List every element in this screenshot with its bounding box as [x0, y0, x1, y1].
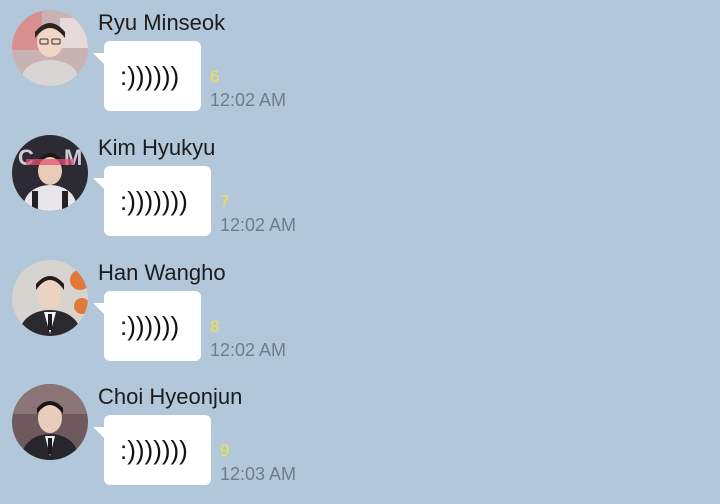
unread-count: 8 — [210, 317, 220, 336]
unread-count: 6 — [210, 67, 220, 86]
message-timestamp: 12:02 AM — [220, 215, 297, 235]
profile-photo-icon: C M — [12, 135, 88, 211]
unread-count: 7 — [220, 192, 230, 211]
profile-photo-icon — [12, 260, 88, 336]
message-bubble[interactable]: :))))))) — [93, 166, 211, 236]
message-row: Ryu Minseok :)))))) 6 12:02 AM — [0, 10, 720, 130]
svg-text:M: M — [64, 145, 82, 170]
message-row: C M Kim Hyukyu :))))))) 7 12:02 AM — [0, 135, 720, 255]
message-row: Choi Hyeonjun :))))))) 9 12:03 AM — [0, 384, 720, 504]
message-bubble[interactable]: :))))))) — [93, 415, 211, 485]
avatar[interactable]: C M — [12, 135, 88, 211]
message-timestamp: 12:03 AM — [220, 464, 297, 484]
message-timestamp: 12:02 AM — [210, 340, 287, 360]
message-bubble[interactable]: :)))))) — [93, 41, 201, 111]
sender-name: Ryu Minseok — [98, 10, 226, 35]
profile-photo-icon — [12, 384, 88, 460]
message-row: Han Wangho :)))))) 8 12:02 AM — [0, 260, 720, 380]
avatar[interactable] — [12, 384, 88, 460]
avatar[interactable] — [12, 10, 88, 86]
sender-name: Choi Hyeonjun — [98, 384, 243, 409]
sender-name: Han Wangho — [98, 260, 226, 285]
chat-message-list[interactable]: Ryu Minseok :)))))) 6 12:02 AM C M Kim H… — [0, 0, 720, 487]
profile-photo-icon — [12, 10, 88, 86]
svg-text:C: C — [18, 145, 34, 170]
unread-count: 9 — [220, 441, 230, 460]
message-timestamp: 12:02 AM — [210, 90, 287, 110]
sender-name: Kim Hyukyu — [98, 135, 216, 160]
message-bubble[interactable]: :)))))) — [93, 291, 201, 361]
avatar[interactable] — [12, 260, 88, 336]
